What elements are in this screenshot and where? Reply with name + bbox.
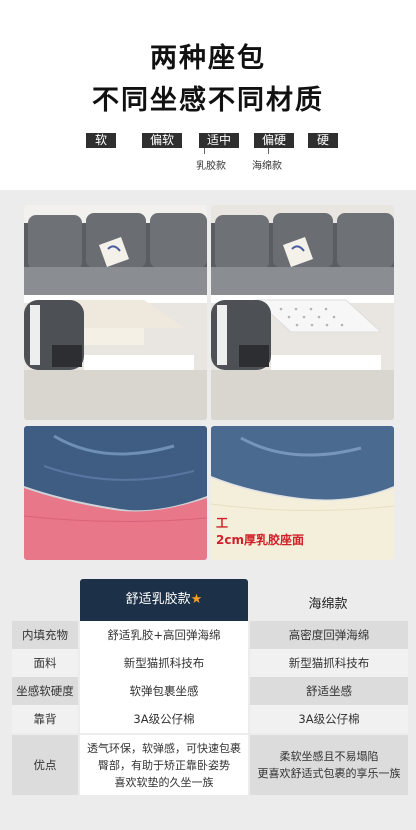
latex-caption: 2cm厚乳胶座面 — [216, 533, 304, 547]
scale-level-medium: 适中 — [199, 133, 239, 148]
latex-value: 软弹包裹坐感 — [80, 677, 248, 705]
latex-value: 舒适乳胶+高回弹海绵 — [80, 621, 248, 649]
column-header-latex-label: 舒适乳胶款 — [125, 592, 191, 607]
scale-level-hard: 硬 — [308, 133, 338, 148]
sofa-latex-photo — [24, 205, 207, 420]
latex-value: 新型猫抓科技布 — [80, 649, 248, 677]
table-row: 面料 新型猫抓科技布 新型猫抓科技布 — [12, 649, 408, 677]
page-subtitle: 不同坐感不同材质 — [92, 85, 324, 116]
row-label: 优点 — [12, 735, 78, 795]
latex-advantage-line: 喜欢软垫的久坐一族 — [114, 775, 214, 789]
sitting-sponge-photo — [24, 426, 207, 560]
row-label: 内填充物 — [12, 621, 78, 649]
column-header-sponge: 海绵款 — [308, 597, 348, 612]
latex-advantage-line: 臀部，有助于矫正靠卧姿势 — [98, 758, 230, 772]
scale-level-soft: 软 — [86, 133, 116, 148]
sofa-sponge-photo — [211, 205, 394, 420]
hero-section: 两种座包 不同坐感不同材质 软 偏软 适中 偏硬 硬 乳胶款 海绵款 — [0, 0, 416, 190]
scale-level-semisoft: 偏软 — [142, 133, 182, 148]
scale-level-semihard: 偏硬 — [254, 133, 294, 148]
sponge-value: 高密度回弹海绵 — [250, 621, 408, 649]
latex-value: 3A级公仔棉 — [80, 705, 248, 733]
sponge-value: 新型猫抓科技布 — [250, 649, 408, 677]
table-row: 靠背 3A级公仔棉 3A级公仔棉 — [12, 705, 408, 733]
scale-note-latex: 乳胶款 — [196, 161, 226, 172]
softness-scale: 软 偏软 适中 偏硬 硬 乳胶款 海绵款 — [86, 133, 338, 173]
row-label: 面料 — [12, 649, 78, 677]
table-row: 内填充物 舒适乳胶+高回弹海绵 高密度回弹海绵 — [12, 621, 408, 649]
sponge-advantage-line: 更喜欢舒适式包裹的享乐一族 — [257, 767, 401, 780]
latex-advantages: 透气环保，软弹感，可快速包裹 臀部，有助于矫正靠卧姿势 喜欢软垫的久坐一族 — [80, 735, 248, 795]
latex-caption-mark: 工 — [216, 516, 229, 530]
row-label: 坐感软硬度 — [12, 677, 78, 705]
row-label: 靠背 — [12, 705, 78, 733]
sponge-advantage-line: 柔软坐感且不易塌陷 — [279, 750, 379, 763]
star-icon: ★ — [190, 592, 203, 607]
scale-tick-latex — [204, 148, 205, 154]
scale-tick-sponge — [268, 148, 269, 154]
scale-note-sponge: 海绵款 — [252, 161, 282, 172]
table-row: 坐感软硬度 软弹包裹坐感 舒适坐感 — [12, 677, 408, 705]
sponge-value: 舒适坐感 — [250, 677, 408, 705]
column-header-latex: 舒适乳胶款★ — [80, 579, 248, 621]
sponge-value: 3A级公仔棉 — [250, 705, 408, 733]
table-row: 优点 透气环保，软弹感，可快速包裹 臀部，有助于矫正靠卧姿势 喜欢软垫的久坐一族… — [12, 735, 408, 795]
latex-advantage-line: 透气环保，软弹感，可快速包裹 — [87, 741, 241, 755]
sponge-advantages: 柔软坐感且不易塌陷 更喜欢舒适式包裹的享乐一族 — [250, 735, 408, 795]
page-title: 两种座包 — [150, 43, 266, 74]
